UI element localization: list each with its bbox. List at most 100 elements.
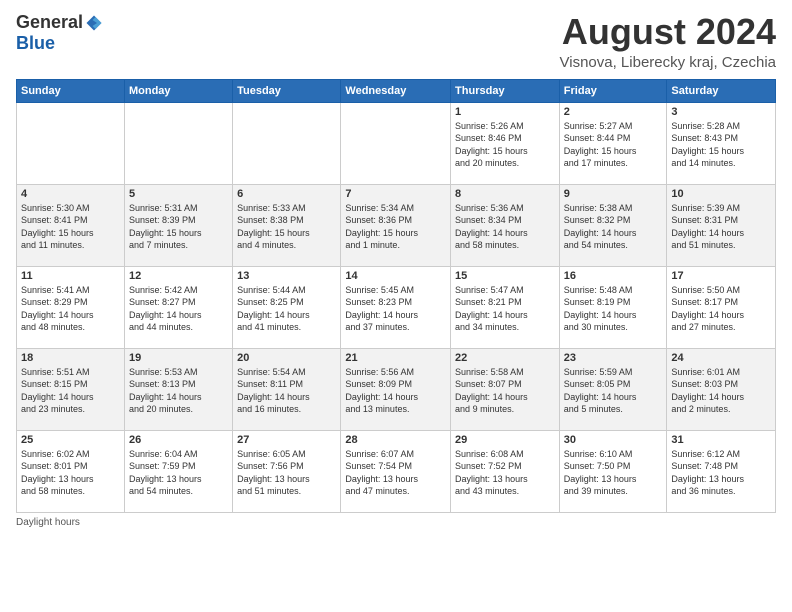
day-info: Sunrise: 5:30 AM Sunset: 8:41 PM Dayligh… xyxy=(21,202,120,252)
day-cell: 9Sunrise: 5:38 AM Sunset: 8:32 PM Daylig… xyxy=(559,184,667,266)
day-number: 24 xyxy=(671,352,771,364)
day-cell: 1 Sunrise: 5:26 AM Sunset: 8:46 PM Daylig… xyxy=(451,102,560,184)
day-cell: 18 Sunrise: 5:51 AM Sunset: 8:15 PM Dayli… xyxy=(17,348,125,430)
day-cell: 25 Sunrise: 6:02 AM Sunset: 8:01 PM Dayli… xyxy=(17,430,125,512)
day-cell: 14 Sunrise: 5:45 AM Sunset: 8:23 PM Dayli… xyxy=(341,266,451,348)
day-info: Sunrise: 5:51 AM Sunset: 8:15 PM Dayligh… xyxy=(21,366,120,416)
day-cell xyxy=(341,102,451,184)
day-number: 28 xyxy=(345,434,446,446)
day-info: Sunrise: 5:48 AM Sunset: 8:19 PM Dayligh… xyxy=(564,284,663,334)
day-cell: 17 Sunrise: 5:50 AM Sunset: 8:17 PM Dayli… xyxy=(667,266,776,348)
day-number: 22 xyxy=(455,352,555,364)
day-number: 26 xyxy=(129,434,228,446)
day-cell: 19Sunrise: 5:53 AM Sunset: 8:13 PM Dayli… xyxy=(124,348,232,430)
logo-text: General xyxy=(16,12,103,33)
day-cell: 16 Sunrise: 5:48 AM Sunset: 8:19 PM Dayli… xyxy=(559,266,667,348)
day-info: Sunrise: 5:36 AM Sunset: 8:34 PM Dayligh… xyxy=(455,202,555,252)
day-number: 20 xyxy=(237,352,336,364)
day-cell: 13 Sunrise: 5:44 AM Sunset: 8:25 PM Dayli… xyxy=(233,266,341,348)
footer-text: Daylight hours xyxy=(16,517,80,528)
day-cell: 8 Sunrise: 5:36 AM Sunset: 8:34 PM Daylig… xyxy=(451,184,560,266)
day-info: Sunrise: 5:31 AM Sunset: 8:39 PM Dayligh… xyxy=(129,202,228,252)
calendar-header-row: SundayMondayTuesdayWednesdayThursdayFrid… xyxy=(17,79,776,102)
day-cell: 5 Sunrise: 5:31 AM Sunset: 8:39 PM Daylig… xyxy=(124,184,232,266)
day-cell: 28 Sunrise: 6:07 AM Sunset: 7:54 PM Dayli… xyxy=(341,430,451,512)
title-section: August 2024 Visnova, Liberecky kraj, Cze… xyxy=(560,12,777,71)
day-info: Sunrise: 5:42 AM Sunset: 8:27 PM Dayligh… xyxy=(129,284,228,334)
day-number: 27 xyxy=(237,434,336,446)
day-info: Sunrise: 6:07 AM Sunset: 7:54 PM Dayligh… xyxy=(345,448,446,498)
day-info: Sunrise: 5:33 AM Sunset: 8:38 PM Dayligh… xyxy=(237,202,336,252)
header-wednesday: Wednesday xyxy=(341,79,451,102)
month-title: August 2024 xyxy=(560,12,777,52)
day-number: 21 xyxy=(345,352,446,364)
footer: Daylight hours xyxy=(16,517,776,528)
day-cell: 27 Sunrise: 6:05 AM Sunset: 7:56 PM Dayli… xyxy=(233,430,341,512)
day-cell: 11Sunrise: 5:41 AM Sunset: 8:29 PM Dayli… xyxy=(17,266,125,348)
day-number: 6 xyxy=(237,188,336,200)
day-number: 8 xyxy=(455,188,555,200)
day-info: Sunrise: 5:56 AM Sunset: 8:09 PM Dayligh… xyxy=(345,366,446,416)
day-cell: 2Sunrise: 5:27 AM Sunset: 8:44 PM Daylig… xyxy=(559,102,667,184)
day-info: Sunrise: 5:59 AM Sunset: 8:05 PM Dayligh… xyxy=(564,366,663,416)
logo-icon xyxy=(85,14,103,32)
day-info: Sunrise: 5:53 AM Sunset: 8:13 PM Dayligh… xyxy=(129,366,228,416)
day-number: 14 xyxy=(345,270,446,282)
day-number: 25 xyxy=(21,434,120,446)
day-info: Sunrise: 5:38 AM Sunset: 8:32 PM Dayligh… xyxy=(564,202,663,252)
week-row-3: 11Sunrise: 5:41 AM Sunset: 8:29 PM Dayli… xyxy=(17,266,776,348)
header-thursday: Thursday xyxy=(451,79,560,102)
day-cell: 15Sunrise: 5:47 AM Sunset: 8:21 PM Dayli… xyxy=(451,266,560,348)
day-info: Sunrise: 5:34 AM Sunset: 8:36 PM Dayligh… xyxy=(345,202,446,252)
header-saturday: Saturday xyxy=(667,79,776,102)
day-info: Sunrise: 6:02 AM Sunset: 8:01 PM Dayligh… xyxy=(21,448,120,498)
day-cell xyxy=(233,102,341,184)
day-info: Sunrise: 5:41 AM Sunset: 8:29 PM Dayligh… xyxy=(21,284,120,334)
day-info: Sunrise: 6:08 AM Sunset: 7:52 PM Dayligh… xyxy=(455,448,555,498)
day-number: 3 xyxy=(671,106,771,118)
day-info: Sunrise: 5:27 AM Sunset: 8:44 PM Dayligh… xyxy=(564,120,663,170)
logo-general: General xyxy=(16,12,83,33)
day-cell: 22Sunrise: 5:58 AM Sunset: 8:07 PM Dayli… xyxy=(451,348,560,430)
day-number: 30 xyxy=(564,434,663,446)
day-number: 23 xyxy=(564,352,663,364)
day-number: 17 xyxy=(671,270,771,282)
calendar: SundayMondayTuesdayWednesdayThursdayFrid… xyxy=(16,79,776,513)
day-info: Sunrise: 5:28 AM Sunset: 8:43 PM Dayligh… xyxy=(671,120,771,170)
day-number: 7 xyxy=(345,188,446,200)
day-info: Sunrise: 6:05 AM Sunset: 7:56 PM Dayligh… xyxy=(237,448,336,498)
day-number: 1 xyxy=(455,106,555,118)
day-number: 29 xyxy=(455,434,555,446)
day-info: Sunrise: 6:12 AM Sunset: 7:48 PM Dayligh… xyxy=(671,448,771,498)
header-sunday: Sunday xyxy=(17,79,125,102)
day-number: 31 xyxy=(671,434,771,446)
header-friday: Friday xyxy=(559,79,667,102)
day-number: 4 xyxy=(21,188,120,200)
day-number: 18 xyxy=(21,352,120,364)
day-number: 15 xyxy=(455,270,555,282)
subtitle: Visnova, Liberecky kraj, Czechia xyxy=(560,54,777,71)
day-number: 13 xyxy=(237,270,336,282)
day-info: Sunrise: 5:26 AM Sunset: 8:46 PM Dayligh… xyxy=(455,120,555,170)
day-number: 10 xyxy=(671,188,771,200)
day-number: 5 xyxy=(129,188,228,200)
logo: General Blue xyxy=(16,12,103,54)
day-info: Sunrise: 5:50 AM Sunset: 8:17 PM Dayligh… xyxy=(671,284,771,334)
day-cell: 23 Sunrise: 5:59 AM Sunset: 8:05 PM Dayli… xyxy=(559,348,667,430)
day-number: 16 xyxy=(564,270,663,282)
day-cell: 26Sunrise: 6:04 AM Sunset: 7:59 PM Dayli… xyxy=(124,430,232,512)
day-cell: 7 Sunrise: 5:34 AM Sunset: 8:36 PM Daylig… xyxy=(341,184,451,266)
day-info: Sunrise: 5:44 AM Sunset: 8:25 PM Dayligh… xyxy=(237,284,336,334)
day-info: Sunrise: 5:54 AM Sunset: 8:11 PM Dayligh… xyxy=(237,366,336,416)
day-cell: 20 Sunrise: 5:54 AM Sunset: 8:11 PM Dayli… xyxy=(233,348,341,430)
day-cell: 31 Sunrise: 6:12 AM Sunset: 7:48 PM Dayli… xyxy=(667,430,776,512)
day-info: Sunrise: 5:45 AM Sunset: 8:23 PM Dayligh… xyxy=(345,284,446,334)
week-row-1: 1 Sunrise: 5:26 AM Sunset: 8:46 PM Daylig… xyxy=(17,102,776,184)
header-tuesday: Tuesday xyxy=(233,79,341,102)
day-cell: 3 Sunrise: 5:28 AM Sunset: 8:43 PM Daylig… xyxy=(667,102,776,184)
day-cell: 4 Sunrise: 5:30 AM Sunset: 8:41 PM Daylig… xyxy=(17,184,125,266)
day-info: Sunrise: 6:10 AM Sunset: 7:50 PM Dayligh… xyxy=(564,448,663,498)
day-cell: 21 Sunrise: 5:56 AM Sunset: 8:09 PM Dayli… xyxy=(341,348,451,430)
day-cell: 6 Sunrise: 5:33 AM Sunset: 8:38 PM Daylig… xyxy=(233,184,341,266)
logo-blue: Blue xyxy=(16,33,55,54)
